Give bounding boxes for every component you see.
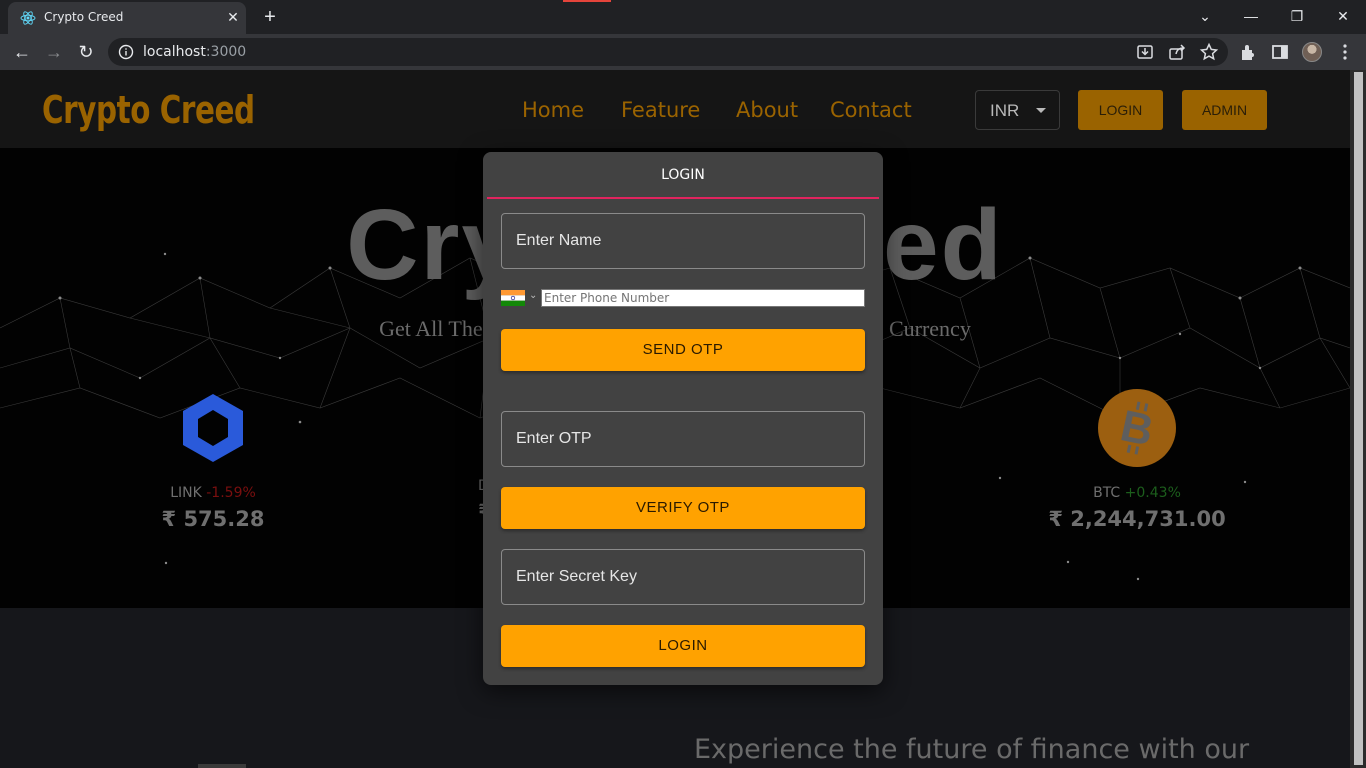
coin-card-link[interactable]: LINK -1.59% ₹ 575.28: [93, 388, 333, 531]
otp-input[interactable]: Enter OTP: [501, 411, 865, 467]
nav-login-button[interactable]: LOGIN: [1078, 90, 1163, 130]
phone-number-input[interactable]: Enter Phone Number: [541, 289, 865, 307]
close-window-icon[interactable]: ✕: [1331, 5, 1355, 27]
coin-ticker-change: BTC +0.43%: [1017, 485, 1257, 501]
install-app-icon[interactable]: [1135, 42, 1155, 62]
url-text: localhost:3000: [143, 44, 247, 60]
forward-icon[interactable]: →: [42, 40, 66, 64]
restore-icon[interactable]: ❐: [1285, 5, 1309, 27]
nav-link-home[interactable]: Home: [522, 98, 584, 122]
browser-toolbar: ← → ↻ localhost:3000: [0, 34, 1366, 70]
send-otp-button[interactable]: SEND OTP: [501, 329, 865, 371]
recording-indicator: [563, 0, 611, 2]
address-bar[interactable]: localhost:3000: [108, 38, 1228, 66]
nav-link-about[interactable]: About: [736, 98, 798, 122]
browser-tab-bar: Crypto Creed ✕ + ⌄ — ❐ ✕: [0, 0, 1366, 34]
nav-link-feature[interactable]: Feature: [621, 98, 700, 122]
share-icon[interactable]: [1167, 42, 1187, 62]
new-tab-icon[interactable]: +: [258, 6, 282, 28]
name-placeholder: Enter Name: [516, 232, 602, 249]
extensions-icon[interactable]: [1238, 42, 1258, 62]
coin-change-positive: +0.43%: [1124, 485, 1181, 501]
nav-admin-button[interactable]: ADMIN: [1182, 90, 1267, 130]
section-heading: Experience the future of finance with ou…: [694, 734, 1250, 765]
close-tab-icon[interactable]: ✕: [224, 8, 242, 26]
secret-key-input[interactable]: Enter Secret Key: [501, 549, 865, 605]
coin-card-btc[interactable]: B BTC +0.43% ₹ 2,244,731.00: [1017, 388, 1257, 531]
profile-avatar[interactable]: [1302, 42, 1322, 62]
brand-logo-text[interactable]: Crypto Creed: [42, 88, 255, 132]
coin-change-negative: -1.59%: [206, 485, 256, 501]
coin-price: ₹ 2,244,731.00: [1048, 507, 1226, 531]
menu-kebab-icon[interactable]: [1335, 42, 1355, 62]
reload-icon[interactable]: ↻: [74, 40, 98, 64]
tab-search-icon[interactable]: ⌄: [1193, 5, 1217, 27]
decorative-bar: [198, 764, 246, 768]
site-info-icon[interactable]: [118, 44, 134, 60]
chevron-down-icon[interactable]: ⌄: [529, 290, 537, 301]
tab-title: Crypto Creed: [44, 10, 124, 24]
coin-price: ₹ 575.28: [161, 507, 265, 531]
otp-placeholder: Enter OTP: [516, 430, 592, 447]
minimize-icon[interactable]: —: [1239, 5, 1263, 27]
currency-select[interactable]: INR: [975, 90, 1060, 130]
india-flag-icon[interactable]: [501, 290, 525, 306]
bookmark-star-icon[interactable]: [1199, 42, 1219, 62]
back-icon[interactable]: ←: [10, 40, 34, 64]
secret-key-placeholder: Enter Secret Key: [516, 568, 637, 585]
nav-link-contact[interactable]: Contact: [830, 98, 912, 122]
phone-input-row: ⌄ Enter Phone Number: [501, 288, 865, 308]
tab-login[interactable]: LOGIN: [487, 152, 879, 199]
chainlink-icon: [183, 394, 243, 462]
coin-ticker-change: LINK -1.59%: [93, 485, 333, 501]
bitcoin-icon: B: [1098, 389, 1176, 467]
site-navbar: Crypto Creed Home Feature About Contact …: [0, 70, 1350, 148]
login-button[interactable]: LOGIN: [501, 625, 865, 667]
react-icon: [20, 11, 36, 25]
currency-value: INR: [990, 101, 1020, 120]
verify-otp-button[interactable]: VERIFY OTP: [501, 487, 865, 529]
chevron-down-icon: [1036, 108, 1046, 113]
coin-symbol: BTC: [1093, 485, 1121, 501]
coin-symbol: LINK: [170, 485, 202, 501]
name-input[interactable]: Enter Name: [501, 213, 865, 269]
side-panel-icon[interactable]: [1270, 42, 1290, 62]
login-modal: LOGIN Enter Name ⌄ Enter Phone Number SE…: [483, 152, 883, 685]
page-scrollbar-thumb[interactable]: [1354, 72, 1363, 765]
browser-tab[interactable]: Crypto Creed ✕: [8, 2, 246, 34]
